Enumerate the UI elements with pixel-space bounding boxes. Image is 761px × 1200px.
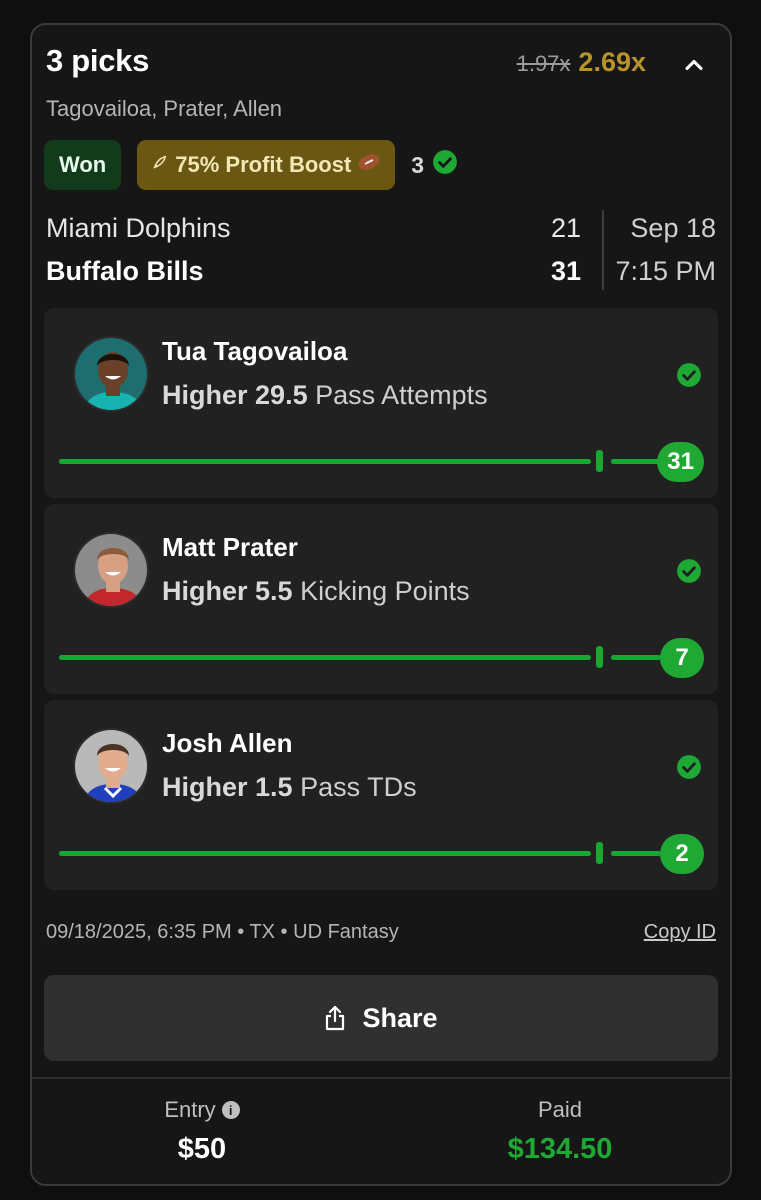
picks-title: 3 picks [46, 43, 150, 78]
home-team: Buffalo Bills [46, 256, 204, 286]
pick-card[interactable]: Matt Prater Higher 5.5 Kicking Points 7 [44, 504, 718, 694]
entry-summary: Entry i $50 [32, 1097, 372, 1166]
game-info: Miami Dolphins Buffalo Bills 21 31 Sep 1… [46, 210, 716, 290]
pick-stat: Pass Attempts [315, 380, 488, 410]
entry-amount: $50 [177, 1133, 227, 1165]
football-icon [357, 152, 381, 178]
pick-stat: Kicking Points [300, 576, 470, 606]
away-score: 21 [550, 213, 581, 243]
check-circle-icon [432, 149, 458, 181]
player-name: Josh Allen [162, 728, 293, 758]
chevron-up-icon[interactable] [680, 51, 708, 79]
pick-card[interactable]: Josh Allen Higher 1.5 Pass TDs 2 [44, 700, 718, 890]
check-circle-icon [677, 363, 701, 387]
share-label: Share [362, 1002, 438, 1033]
result-badge: 31 [657, 442, 704, 482]
check-circle-icon [677, 755, 701, 779]
line-marker [596, 450, 603, 472]
paid-label: Paid [537, 1097, 583, 1122]
result-badge: 7 [660, 638, 704, 678]
tags-row: Won 75% Profit Boost 3 [44, 140, 458, 190]
pick-line: Higher 29.5 Pass Attempts [162, 380, 488, 411]
progress-track [59, 655, 591, 660]
entry-label-row: Entry i [32, 1097, 372, 1123]
players-summary: Tagovailoa, Prater, Allen [46, 96, 283, 121]
share-button[interactable]: Share [44, 975, 718, 1061]
player-name: Matt Prater [162, 532, 298, 562]
profit-boost-badge: 75% Profit Boost [137, 140, 396, 190]
share-icon [326, 1005, 345, 1031]
away-team: Miami Dolphins [46, 213, 231, 243]
game-date: Sep 18 [630, 213, 716, 243]
card-header[interactable]: 3 picks 1.97x 2.69x [46, 43, 716, 87]
player-avatar [73, 728, 149, 804]
pick-stat: Pass TDs [300, 772, 417, 802]
progress-track-overflow [611, 655, 661, 660]
player-avatar [73, 336, 149, 412]
progress-track-overflow [611, 459, 661, 464]
pick-line-value: 1.5 [255, 772, 293, 802]
hits-count-value: 3 [411, 151, 425, 178]
progress-track [59, 851, 591, 856]
line-marker [596, 842, 603, 864]
check-circle-icon [677, 559, 701, 583]
game-time: 7:15 PM [615, 256, 716, 286]
divider [602, 210, 604, 290]
old-multiplier: 1.97x [516, 51, 571, 76]
hits-count: 3 [411, 149, 458, 181]
progress-track [59, 459, 591, 464]
pick-line: Higher 1.5 Pass TDs [162, 772, 417, 803]
entry-card: 3 picks 1.97x 2.69x Tagovailoa, Prater, A… [30, 23, 732, 1186]
entry-label: Entry [164, 1097, 216, 1122]
player-name: Tua Tagovailoa [162, 336, 348, 366]
divider [32, 1077, 730, 1079]
pick-line-value: 29.5 [255, 380, 308, 410]
player-avatar [73, 532, 149, 608]
line-marker [596, 646, 603, 668]
boosted-multiplier: 2.69x [578, 47, 646, 77]
home-score: 31 [550, 256, 581, 286]
profit-boost-label: 75% Profit Boost [175, 152, 352, 177]
pick-line: Higher 5.5 Kicking Points [162, 576, 470, 607]
pick-direction: Higher [162, 380, 248, 410]
pick-line-value: 5.5 [255, 576, 293, 606]
rocket-icon [151, 153, 169, 177]
pick-direction: Higher [162, 772, 248, 802]
multiplier: 1.97x 2.69x [517, 47, 646, 78]
copy-id-link[interactable]: Copy ID [644, 921, 716, 944]
pick-card[interactable]: Tua Tagovailoa Higher 29.5 Pass Attempts… [44, 308, 718, 498]
info-icon[interactable]: i [221, 1101, 240, 1119]
entry-meta: 09/18/2025, 6:35 PM • TX • UD Fantasy [46, 921, 399, 943]
status-badge: Won [44, 140, 122, 190]
progress-track-overflow [611, 851, 661, 856]
paid-summary: Paid $134.50 [390, 1097, 730, 1166]
paid-amount: $134.50 [507, 1133, 613, 1165]
pick-direction: Higher [162, 576, 248, 606]
result-badge: 2 [660, 834, 704, 874]
